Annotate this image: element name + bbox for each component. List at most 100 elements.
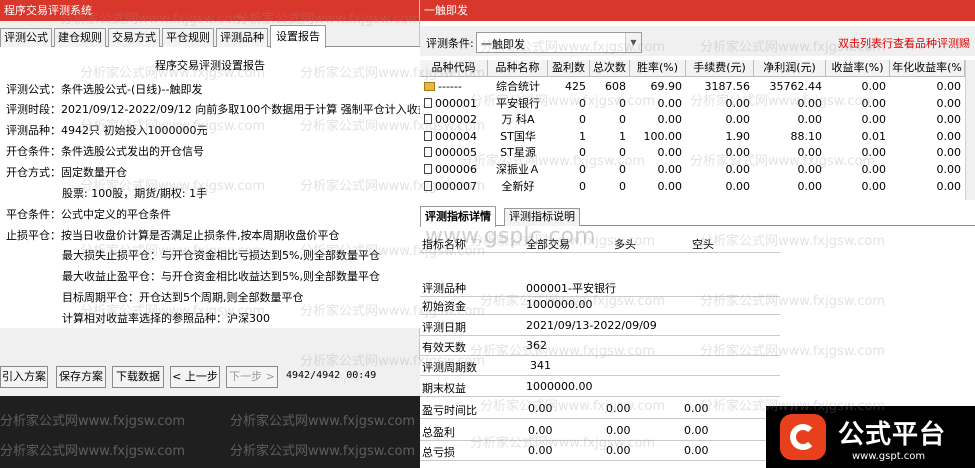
report-line: 平仓条件：公式中定义的平仓条件 <box>6 208 171 221</box>
progress-readout: 4942/4942 00:49 <box>286 370 377 381</box>
table-row[interactable]: ------ 综合统计 425 608 69.90 3187.56 35762.44 0.00… <box>420 79 965 95</box>
metric-value: 1000000.00 <box>526 298 593 311</box>
report-line: 评测时段：2021/09/12-2022/09/12 向前多取100个数据用于计… <box>6 103 420 116</box>
metric-value-short: 0.00 <box>684 424 709 437</box>
table-cell-fee: 3187.56 <box>704 80 751 93</box>
tab-metric-details[interactable]: 评测指标详情 <box>420 206 496 227</box>
tab-instruments[interactable]: 评测品种 <box>216 28 268 47</box>
divider <box>420 355 780 356</box>
metric-label: 初始资金 <box>422 300 466 313</box>
table-cell-name: 平安银行 <box>496 96 540 110</box>
table-cell-name: 综合统计 <box>496 80 540 93</box>
table-cell-total: 0 <box>619 113 626 127</box>
metric-value: 0.00 <box>528 402 553 415</box>
table-cell-win: 0 <box>579 163 586 176</box>
document-icon <box>424 130 432 141</box>
table-cell-win: 0 <box>579 146 586 160</box>
table-cell-annual: 0.00 <box>936 129 962 143</box>
metric-label: 总盈利 <box>422 426 455 439</box>
col-code[interactable]: 品种代码 <box>420 60 488 77</box>
table-row[interactable]: 000001 平安银行 0 0 0.00 0.00 0.00 0.00 0.00 <box>420 96 965 112</box>
report-line: 计算相对收益率选择的参照品种：沪深300 <box>62 312 270 325</box>
tab-open-rule[interactable]: 建仓规则 <box>54 28 106 47</box>
divider <box>420 460 780 461</box>
import-plan-button[interactable]: 引入方案 <box>0 366 48 388</box>
col-rate[interactable]: 胜率(%) <box>630 60 686 77</box>
table-cell-profit: 0.00 <box>797 113 823 127</box>
document-icon <box>424 180 432 191</box>
table-header: 品种代码 品种名称 盈利数 总次数 胜率(%) 手续费(元) 净利润(元) 收益… <box>420 60 965 77</box>
table-cell-code: 000005 <box>420 145 488 161</box>
metric-label: 盈亏时间比 <box>422 404 477 417</box>
table-row[interactable]: 000007 全新好 0 0 0.00 0.00 0.00 0.00 0.00 <box>420 179 965 195</box>
col-return[interactable]: 收益率(%) <box>826 60 890 77</box>
condition-label: 评测条件: <box>426 37 474 50</box>
download-data-button[interactable]: 下载数据 <box>112 366 164 388</box>
table-cell-win: 0 <box>579 96 586 110</box>
report-line: 最大收益止盈平仓：与开仓资金相比收益达到5%,则全部数量平仓 <box>62 270 380 283</box>
prev-step-button[interactable]: < 上一步 <box>170 366 220 388</box>
logo-mark-icon <box>780 414 826 460</box>
metric-label: 有效天数 <box>422 341 466 354</box>
table-row[interactable]: 000004 ST国华 1 1 100.00 1.90 88.10 0.01 0.00 <box>420 129 965 145</box>
tab-formula[interactable]: 评测公式 <box>0 28 52 47</box>
divider <box>420 252 780 253</box>
metric-label: 评测日期 <box>422 321 466 334</box>
table-cell-name: 万 科A <box>501 113 535 127</box>
table-cell-fee: 0.00 <box>725 96 751 110</box>
detail-tab-strip: 评测指标详情 评测指标说明 <box>420 206 975 227</box>
table-cell-fee: 0.00 <box>725 163 751 176</box>
divider <box>420 440 780 441</box>
logo-text: 公式平台 <box>838 420 947 450</box>
col-win[interactable]: 盈利数 <box>548 60 590 77</box>
table-cell-profit: 88.10 <box>790 129 823 143</box>
col-profit[interactable]: 净利润(元) <box>754 60 826 77</box>
metric-value: 362 <box>526 339 547 352</box>
tab-metric-explain[interactable]: 评测指标说明 <box>504 208 580 226</box>
table-cell-win: 0 <box>579 179 586 193</box>
table-cell-win: 0 <box>579 113 586 127</box>
tab-trade-mode[interactable]: 交易方式 <box>108 28 160 47</box>
condition-select[interactable]: 一触即发 ▼ <box>476 32 642 53</box>
table-cell-annual: 0.00 <box>936 163 962 176</box>
table-cell-code: 000001 <box>420 96 488 112</box>
table-cell-total: 0 <box>619 96 626 110</box>
table-row[interactable]: 000006 深振业Ａ 0 0 0.00 0.00 0.00 0.00 0.00 <box>420 162 965 178</box>
col-total[interactable]: 总次数 <box>590 60 630 77</box>
save-plan-button[interactable]: 保存方案 <box>56 366 106 388</box>
table-cell-profit: 0.00 <box>797 96 823 110</box>
report-line: 股票: 100股，期货/期权: 1手 <box>62 187 208 200</box>
results-window: 一触即发 评测条件: 一触即发 ▼ 双击列表行查看品种评测赐 品种代码 品种名称… <box>420 0 975 468</box>
table-cell-ret: 0.00 <box>861 113 887 127</box>
table-cell-annual: 0.00 <box>936 80 962 93</box>
table-cell-annual: 0.00 <box>936 113 962 127</box>
col-fee[interactable]: 手续费(元) <box>686 60 754 77</box>
row-code: 000001 <box>435 96 477 110</box>
table-cell-ret: 0.00 <box>861 163 887 176</box>
table-row[interactable]: 000005 ST星源 0 0 0.00 0.00 0.00 0.00 0.00 <box>420 145 965 161</box>
metric-label: 评测品种 <box>422 282 466 295</box>
table-cell-ret: 0.00 <box>861 80 887 93</box>
col-name[interactable]: 品种名称 <box>488 60 548 77</box>
tab-settings-report[interactable]: 设置报告 <box>270 25 326 48</box>
table-cell-rate: 69.90 <box>650 80 683 93</box>
report-line: 最大损失止损平仓：与开仓资金相比亏损达到5%,则全部数量平仓 <box>62 249 380 262</box>
tab-close-rule[interactable]: 平仓规则 <box>162 28 214 47</box>
table-cell-name: 深振业Ａ <box>496 163 540 176</box>
table-scrollbar[interactable] <box>965 60 975 200</box>
next-step-button[interactable]: 下一步 > <box>226 366 278 388</box>
double-click-hint: 双击列表行查看品种评测赐 <box>838 37 970 50</box>
chevron-down-icon[interactable]: ▼ <box>625 33 641 52</box>
metric-label: 期末权益 <box>422 382 466 395</box>
table-row[interactable]: 000002 万 科A 0 0 0.00 0.00 0.00 0.00 0.00 <box>420 112 965 128</box>
col-annual[interactable]: 年化收益率(% <box>890 60 965 77</box>
metric-value: 341 <box>530 359 551 372</box>
table-cell-fee: 0.00 <box>725 113 751 127</box>
report-line: 评测品种：4942只 初始投入1000000元 <box>6 124 208 137</box>
table-cell-total: 608 <box>605 80 626 93</box>
table-cell-win: 425 <box>565 80 586 93</box>
condition-bar: 评测条件: 一触即发 ▼ 双击列表行查看品种评测赐 <box>420 26 975 56</box>
table-cell-profit: 35762.44 <box>769 80 823 93</box>
row-code: 000007 <box>435 179 477 193</box>
metric-value-short: 0.00 <box>684 402 709 415</box>
